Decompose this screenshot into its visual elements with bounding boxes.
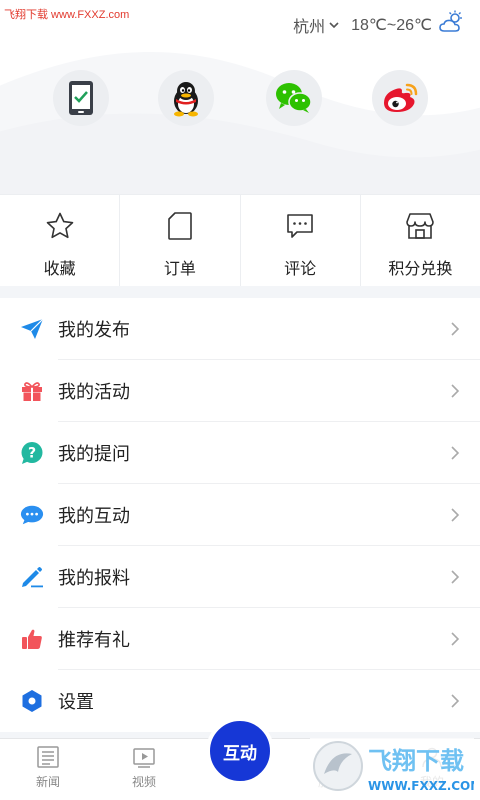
menu-item-my-tips[interactable]: 我的报料 [0,546,480,608]
login-options [0,70,480,126]
tab-label: 视频 [131,775,156,789]
hexagon-settings-icon [20,689,44,713]
weather-widget[interactable]: 杭州 18℃~26℃ [293,10,466,39]
menu-item-my-interactions[interactable]: 我的互动 [0,484,480,546]
send-icon [20,317,44,341]
menu-item-label: 我的提问 [58,444,130,464]
qq-penguin-icon [174,82,198,117]
wechat-icon [276,83,312,113]
chevron-right-icon [451,446,460,460]
quick-action-label: 收藏 [43,261,76,278]
tab-video[interactable]: 视频 [114,745,174,790]
question-icon: ? [20,441,44,465]
menu-item-label: 我的互动 [58,506,130,526]
weibo-login-button[interactable] [372,70,428,126]
chat-bubble-icon [20,503,44,527]
gift-icon [20,379,44,403]
star-icon [43,209,77,243]
weibo-icon [384,83,418,112]
menu-item-label: 我的发布 [58,320,130,340]
quick-action-label: 评论 [284,261,317,278]
watermark-text: 飞翔下载 www.FXXZ.com [4,9,130,21]
menu-item-label: 我的活动 [58,382,130,402]
chevron-right-icon [451,632,460,646]
chevron-right-icon [451,570,460,584]
quick-action-favorites[interactable]: 收藏 [0,195,121,286]
document-icon [163,209,197,243]
thumbs-up-icon [20,627,44,651]
menu-item-label: 我的报料 [58,568,130,588]
bottom-tab-bar: 新闻 视频 互动 服务 我的 飞翔下载 WWW.FXXZ.COM [0,717,480,800]
chevron-right-icon [451,694,460,708]
pencil-icon [20,565,44,589]
newspaper-icon [37,746,59,768]
qq-login-button[interactable] [158,70,214,126]
tab-news[interactable]: 新闻 [18,745,78,790]
phone-login-icon [69,81,93,115]
svg-text:WWW.FXXZ.COM: WWW.FXXZ.COM [368,779,474,793]
chevron-right-icon [451,508,460,522]
quick-action-orders[interactable]: 订单 [120,195,241,286]
svg-text:?: ? [28,446,36,462]
menu-item-referral-rewards[interactable]: 推荐有礼 [0,608,480,670]
quick-action-points-exchange[interactable]: 积分兑换 [361,195,480,286]
chevron-right-icon [451,384,460,398]
quick-action-label: 订单 [163,261,196,278]
quick-action-comments[interactable]: 评论 [241,195,361,286]
menu-item-my-activities[interactable]: 我的活动 [0,360,480,422]
fxxz-watermark-logo: 飞翔下载 WWW.FXXZ.COM [310,738,474,796]
wechat-login-button[interactable] [266,70,322,126]
quick-action-label: 积分兑换 [388,261,453,278]
profile-header: 飞翔下载 www.FXXZ.com 杭州 18℃~26℃ [0,0,480,194]
phone-login-button[interactable] [53,70,109,126]
quick-actions-row: 收藏 订单 评论 积分兑换 [0,194,480,286]
svg-text:飞翔下载: 飞翔下载 [368,747,464,775]
store-icon [403,209,437,243]
menu-list: 我的发布 我的活动 ? 我的提问 我的互动 我的报料 推荐有礼 设置 [0,298,480,732]
video-play-icon [133,748,155,768]
city-label[interactable]: 杭州 [293,13,325,37]
interact-center-button[interactable]: 互动 [206,717,274,785]
menu-item-my-posts[interactable]: 我的发布 [0,298,480,360]
menu-item-label: 推荐有礼 [58,630,130,650]
comment-icon [283,209,317,243]
menu-item-label: 设置 [58,692,94,712]
menu-item-my-questions[interactable]: ? 我的提问 [0,422,480,484]
temperature-range: 18℃~26℃ [351,16,432,34]
partly-cloudy-icon [438,10,466,39]
chevron-right-icon [451,322,460,336]
chevron-down-icon[interactable] [329,16,339,34]
tab-label: 新闻 [35,775,60,789]
